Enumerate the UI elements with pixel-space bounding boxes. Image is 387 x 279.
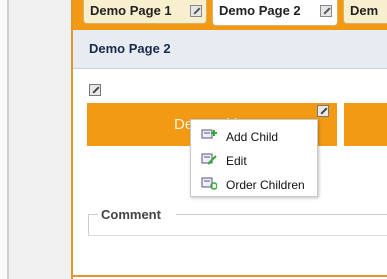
menu-item-label: Add Child <box>226 130 279 144</box>
edit-icon <box>201 153 217 165</box>
left-rail <box>0 0 7 279</box>
menu-item-edit[interactable]: Edit <box>191 148 317 172</box>
fieldset-border <box>88 214 89 236</box>
menu-item-order-children[interactable]: Order Children <box>191 172 317 196</box>
menu-item-label: Edit <box>226 154 247 168</box>
page-border <box>71 275 387 277</box>
content-block <box>344 103 387 146</box>
edit-icon[interactable] <box>320 5 332 17</box>
order-children-icon <box>201 177 217 190</box>
tab-label: Demo Page 2 <box>219 3 301 18</box>
tab-strip: Demo Page 1 Demo Page 2 Dem <box>71 0 387 30</box>
edit-icon[interactable] <box>190 5 202 17</box>
tab-demo-page-2[interactable]: Demo Page 2 <box>212 0 338 26</box>
fieldset-border <box>176 214 387 215</box>
menu-item-label: Order Children <box>226 178 305 192</box>
page-title: Demo Page 2 <box>89 41 171 56</box>
tab-demo-page-1[interactable]: Demo Page 1 <box>83 0 207 24</box>
fieldset-border <box>88 235 387 236</box>
fieldset-border <box>88 214 98 215</box>
edit-icon[interactable] <box>317 105 329 117</box>
context-menu: Add Child Edit Order Children <box>190 119 318 197</box>
page-header: Demo Page 2 <box>73 30 387 69</box>
add-child-icon <box>201 129 217 139</box>
menu-item-add-child[interactable]: Add Child <box>191 124 317 148</box>
edit-icon[interactable] <box>89 84 101 96</box>
tab-label: Demo Page 1 <box>90 3 172 18</box>
tab-demo-page-3[interactable]: Dem <box>343 0 387 24</box>
left-divider <box>7 0 9 279</box>
comment-legend: Comment <box>101 207 161 222</box>
tab-label: Dem <box>350 3 379 18</box>
